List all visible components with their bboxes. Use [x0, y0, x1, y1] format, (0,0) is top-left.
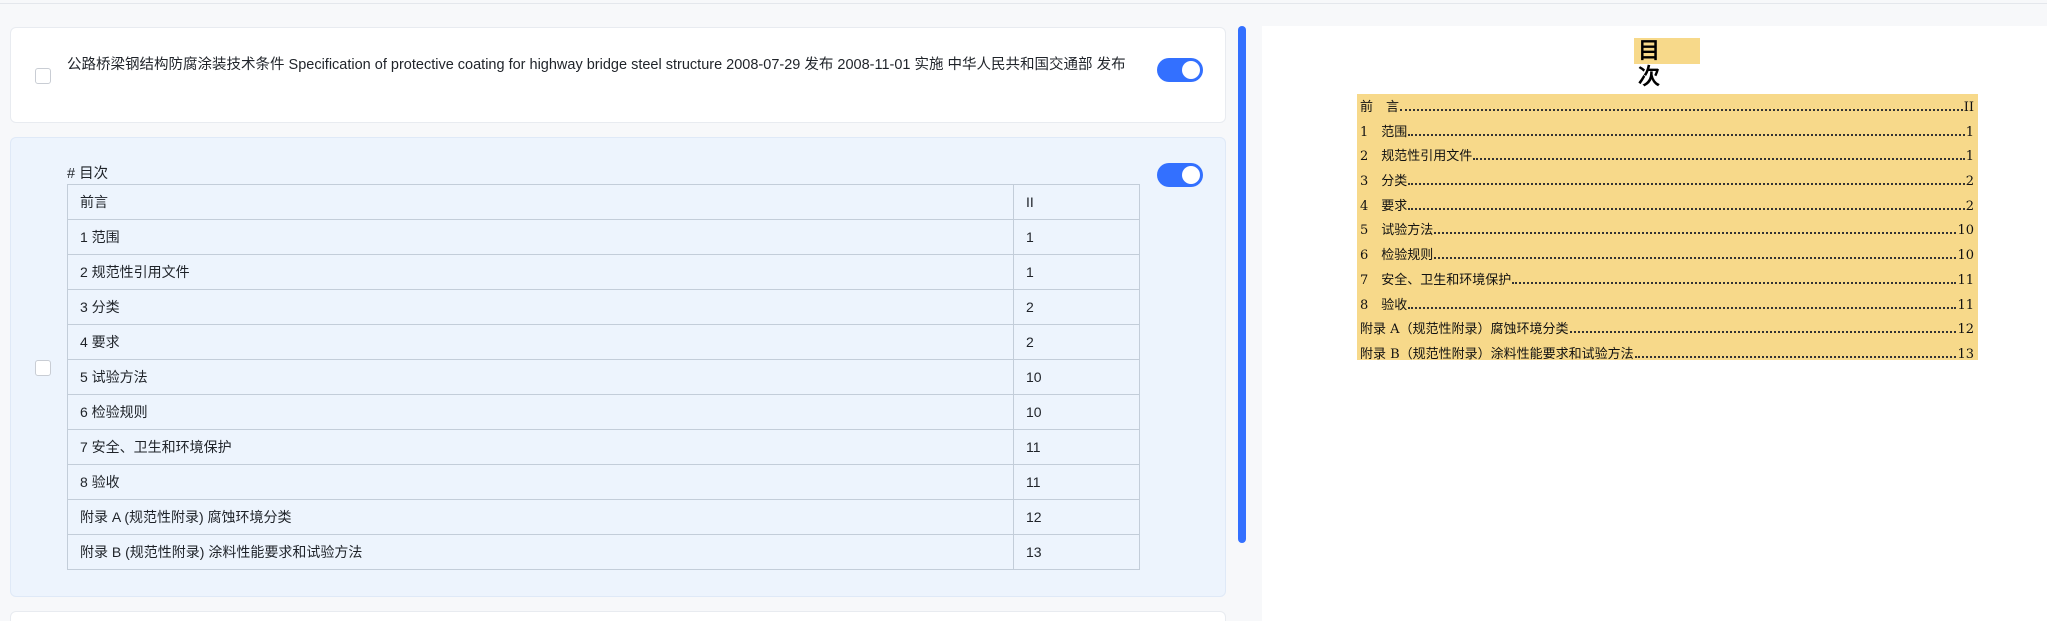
- table-row: 1 范围 1: [67, 219, 1140, 255]
- document-toc-label: 附录 A（规范性附录）腐蚀环境分类: [1360, 322, 1569, 338]
- leader-dots: [1408, 300, 1957, 309]
- document-toc-page: 1: [1965, 149, 1974, 165]
- block-card-next[interactable]: [10, 611, 1226, 621]
- document-toc-line: 前 言 II: [1357, 96, 1978, 121]
- document-toc-label: 4 要求: [1360, 198, 1408, 214]
- leader-dots: [1408, 127, 1965, 136]
- toc-title-cell: 7 安全、卫生和环境保护: [67, 429, 1014, 465]
- document-toc-line: 附录 A（规范性附录）腐蚀环境分类 12: [1357, 318, 1978, 343]
- document-toc-line: 3 分类 2: [1357, 170, 1978, 195]
- leader-dots: [1512, 275, 1957, 284]
- table-row: 7 安全、卫生和环境保护 11: [67, 429, 1140, 465]
- document-toc-line: 4 要求 2: [1357, 195, 1978, 220]
- document-toc-label: 2 规范性引用文件: [1360, 149, 1473, 165]
- toc-page-cell: 2: [1013, 289, 1140, 325]
- toc-title-cell: 1 范围: [67, 219, 1014, 255]
- block-select-checkbox[interactable]: [35, 360, 51, 376]
- leader-dots: [1434, 250, 1957, 260]
- toc-title-cell: 8 验收: [67, 464, 1014, 500]
- document-toc-page: II: [1963, 100, 1974, 115]
- document-toc-page: 10: [1957, 248, 1974, 264]
- document-toc-page: 13: [1957, 346, 1974, 362]
- toc-title-cell: 附录 A (规范性附录) 腐蚀环境分类: [67, 499, 1014, 535]
- leader-dots: [1634, 349, 1957, 358]
- toc-page-cell: 13: [1013, 534, 1140, 570]
- table-row: 6 检验规则 10: [67, 394, 1140, 430]
- document-toc-page: 1: [1965, 124, 1974, 140]
- toc-title-cell: 6 检验规则: [67, 394, 1014, 430]
- document-toc-line: 7 安全、卫生和环境保护 11: [1357, 269, 1978, 294]
- table-row: 2 规范性引用文件 1: [67, 254, 1140, 290]
- table-row: 5 试验方法 10: [67, 359, 1140, 395]
- toc-page-cell: 11: [1013, 464, 1140, 500]
- toc-title-cell: 4 要求: [67, 324, 1014, 360]
- document-toc-page: 12: [1957, 322, 1974, 338]
- block-card-toc[interactable]: # 目次 前言 II 1 范围 1 2 规范性引用文件 1 3 分类 2 4 要求 2 5 试验方法…: [10, 137, 1226, 597]
- block-select-checkbox[interactable]: [35, 68, 51, 84]
- toggle-knob: [1182, 61, 1200, 79]
- document-title: 目 次: [1634, 38, 1700, 90]
- toc-title-cell: 前言: [67, 184, 1014, 220]
- toc-page-cell: 1: [1013, 254, 1140, 290]
- document-toc-page: 10: [1957, 223, 1974, 239]
- leader-dots: [1408, 176, 1965, 186]
- document-toc-label: 8 验收: [1360, 297, 1408, 313]
- leader-dots: [1408, 201, 1965, 210]
- scrollbar-thumb[interactable]: [1238, 26, 1246, 543]
- document-toc-line: 5 试验方法 10: [1357, 219, 1978, 244]
- toc-page-cell: 1: [1013, 219, 1140, 255]
- document-toc-line: 1 范围 1: [1357, 121, 1978, 146]
- block-text: 公路桥梁钢结构防腐涂装技术条件 Specification of protect…: [67, 57, 1126, 73]
- table-row: 附录 A (规范性附录) 腐蚀环境分类 12: [67, 499, 1140, 535]
- leader-dots: [1569, 324, 1957, 334]
- toc-page-cell: II: [1013, 184, 1140, 220]
- document-toc-line: 附录 B（规范性附录）涂料性能要求和试验方法 13: [1357, 343, 1978, 368]
- document-toc-page: 11: [1957, 272, 1974, 288]
- toc-title-cell: 附录 B (规范性附录) 涂料性能要求和试验方法: [67, 534, 1014, 570]
- block-card-header[interactable]: 公路桥梁钢结构防腐涂装技术条件 Specification of protect…: [10, 27, 1226, 123]
- table-row: 8 验收 11: [67, 464, 1140, 500]
- document-toc: 前 言 II 1 范围 1 2 规范性引用文件 1 3 分类 2 4 要求 2 5 试验方法 10 6 …: [1357, 94, 1978, 362]
- toc-page-cell: 10: [1013, 359, 1140, 395]
- document-toc-label: 1 范围: [1360, 124, 1408, 140]
- leader-dots: [1434, 225, 1957, 235]
- document-preview: 目 次 前 言 II 1 范围 1 2 规范性引用文件 1 3 分类 2 4 要求 2 5 试验方法…: [1262, 26, 2047, 621]
- toc-title-cell: 2 规范性引用文件: [67, 254, 1014, 290]
- document-toc-label: 前 言: [1360, 100, 1400, 115]
- leader-dots: [1473, 151, 1965, 161]
- toc-page-cell: 12: [1013, 499, 1140, 535]
- document-toc-page: 2: [1965, 174, 1974, 190]
- toc-page-cell: 11: [1013, 429, 1140, 465]
- document-toc-label: 6 检验规则: [1360, 248, 1434, 264]
- block-toggle[interactable]: [1157, 58, 1203, 82]
- toc-table: 前言 II 1 范围 1 2 规范性引用文件 1 3 分类 2 4 要求 2 5 试验方法 10 6 检…: [67, 184, 1140, 570]
- document-toc-label: 3 分类: [1360, 174, 1408, 190]
- table-row: 4 要求 2: [67, 324, 1140, 360]
- toc-page-cell: 2: [1013, 324, 1140, 360]
- document-toc-page: 11: [1957, 297, 1974, 313]
- toc-title-cell: 5 试验方法: [67, 359, 1014, 395]
- toc-page-cell: 10: [1013, 394, 1140, 430]
- leader-dots: [1400, 102, 1963, 111]
- document-toc-label: 7 安全、卫生和环境保护: [1360, 272, 1512, 288]
- toggle-knob: [1182, 166, 1200, 184]
- table-row: 前言 II: [67, 184, 1140, 220]
- blocks-pane: 公路桥梁钢结构防腐涂装技术条件 Specification of protect…: [0, 4, 1236, 621]
- document-toc-line: 6 检验规则 10: [1357, 244, 1978, 269]
- table-row: 3 分类 2: [67, 289, 1140, 325]
- table-row: 附录 B (规范性附录) 涂料性能要求和试验方法 13: [67, 534, 1140, 570]
- block-toggle[interactable]: [1157, 163, 1203, 187]
- document-toc-page: 2: [1965, 198, 1974, 214]
- document-toc-line: 2 规范性引用文件 1: [1357, 145, 1978, 170]
- document-toc-line: 8 验收 11: [1357, 294, 1978, 319]
- toc-title-cell: 3 分类: [67, 289, 1014, 325]
- document-toc-label: 5 试验方法: [1360, 223, 1434, 239]
- block-heading: # 目次: [67, 166, 109, 182]
- document-toc-label: 附录 B（规范性附录）涂料性能要求和试验方法: [1360, 346, 1634, 362]
